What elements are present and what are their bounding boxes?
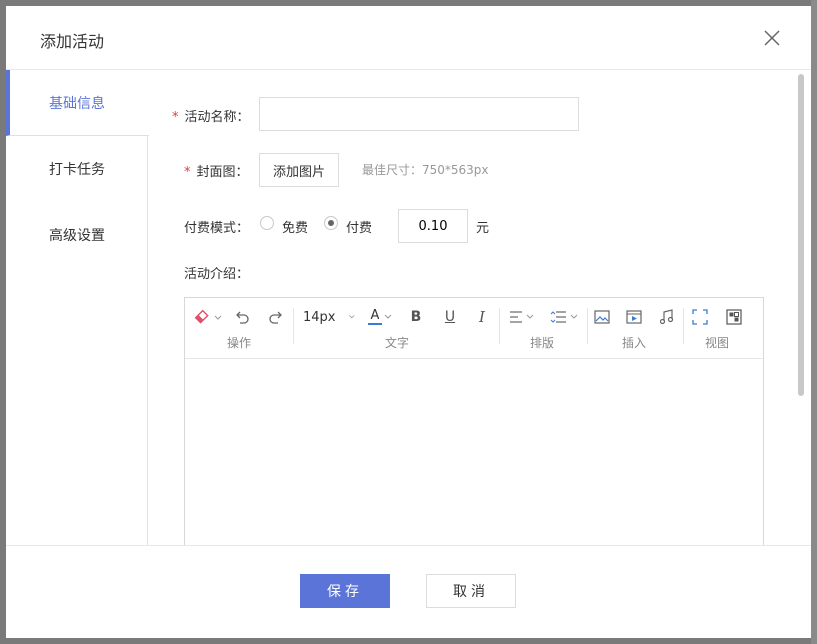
undo-icon [236,311,249,324]
underline-button[interactable]: U [441,308,459,326]
undo-button[interactable] [233,308,251,326]
italic-button[interactable]: I [473,308,491,326]
underline-icon: U [444,309,456,325]
cover-image-label-text: 封面图： [196,165,249,180]
sidebar-item-basic-info[interactable]: 基础信息 [6,70,149,136]
activity-name-input[interactable] [259,97,579,131]
eraser-icon [194,309,222,324]
dialog-footer: 保存 取消 [6,545,811,638]
toolbar-group-operate: 操作 [227,336,252,350]
toolbar-divider [683,308,684,344]
page-backdrop [811,0,817,644]
align-button[interactable] [507,308,539,326]
pay-mode-free-radio[interactable] [260,216,274,230]
sidebar-nav: 基础信息 打卡任务 高级设置 [6,70,149,546]
cancel-button[interactable]: 取消 [426,574,516,608]
source-code-icon [726,309,742,325]
insert-image-button[interactable] [593,308,611,326]
pay-mode-free-label: 免费 [282,221,309,236]
editor-content-area[interactable] [185,359,763,546]
chevron-down-icon [348,315,355,319]
activity-name-label-text: 活动名称： [184,110,250,125]
image-icon [594,310,610,324]
add-image-button[interactable]: 添加图片 [259,153,339,187]
price-unit: 元 [476,221,490,236]
close-button[interactable] [760,26,784,50]
required-mark: * [184,165,191,180]
line-height-icon [550,311,578,323]
font-color-icon: A [368,309,382,325]
cover-size-hint: 最佳尺寸：750*563px [362,163,489,177]
music-icon [659,309,674,325]
sidebar-item-label: 高级设置 [49,228,105,244]
content-scrollbar[interactable] [798,74,804,396]
toolbar-group-text: 文字 [385,336,410,350]
toolbar-group-layout: 排版 [530,336,555,350]
close-icon [764,30,780,46]
activity-name-label: * 活动名称： [172,106,250,125]
chevron-down-icon [384,314,392,319]
toolbar-divider [293,308,294,344]
form-area: * 活动名称： * 封面图： 添加图片 最佳尺寸：750*563px 付费模式： 免… [148,70,800,546]
dialog-header: 添加活动 [6,6,811,70]
sidebar-item-checkin-tasks[interactable]: 打卡任务 [6,136,148,202]
source-code-button[interactable] [725,308,743,326]
align-icon [510,311,534,323]
toolbar-divider [587,308,588,344]
insert-video-button[interactable] [625,308,643,326]
font-size-value: 14px [303,309,336,325]
add-activity-dialog: 添加活动 基础信息 打卡任务 高级设置 * 活动名称： * 封面图： 添加图片 最 [6,6,811,638]
save-button[interactable]: 保存 [300,574,390,608]
toolbar-group-view: 视图 [705,336,730,350]
pay-mode-label: 付费模式： [184,221,250,236]
toolbar-group-insert: 插入 [622,336,647,350]
video-icon [626,310,642,324]
sidebar-item-advanced-settings[interactable]: 高级设置 [6,202,148,268]
pay-mode-paid-label: 付费 [346,221,373,236]
bold-icon: B [410,309,422,325]
redo-button[interactable] [267,308,285,326]
sidebar-item-label: 打卡任务 [49,162,105,178]
line-height-button[interactable] [549,308,581,326]
insert-music-button[interactable] [657,308,675,326]
bold-button[interactable]: B [407,308,425,326]
eraser-button[interactable] [193,308,223,326]
price-input[interactable] [398,209,468,243]
redo-icon [269,311,282,324]
rich-text-editor: 操作 14px A B U I 文字 排版 插入 视图 [184,297,764,546]
dialog-title: 添加活动 [40,32,105,51]
editor-toolbar: 操作 14px A B U I 文字 排版 插入 视图 [185,298,763,359]
toolbar-divider [499,308,500,344]
pay-mode-paid-radio[interactable] [324,216,338,230]
fullscreen-icon [692,309,708,325]
cover-image-label: * 封面图： [184,161,249,180]
sidebar-item-label: 基础信息 [49,95,105,112]
italic-icon: I [479,308,485,326]
fullscreen-button[interactable] [691,308,709,326]
required-mark: * [172,110,179,125]
font-size-select[interactable]: 14px [303,308,357,326]
font-color-button[interactable]: A [365,308,397,326]
intro-label: 活动介绍： [184,267,250,282]
